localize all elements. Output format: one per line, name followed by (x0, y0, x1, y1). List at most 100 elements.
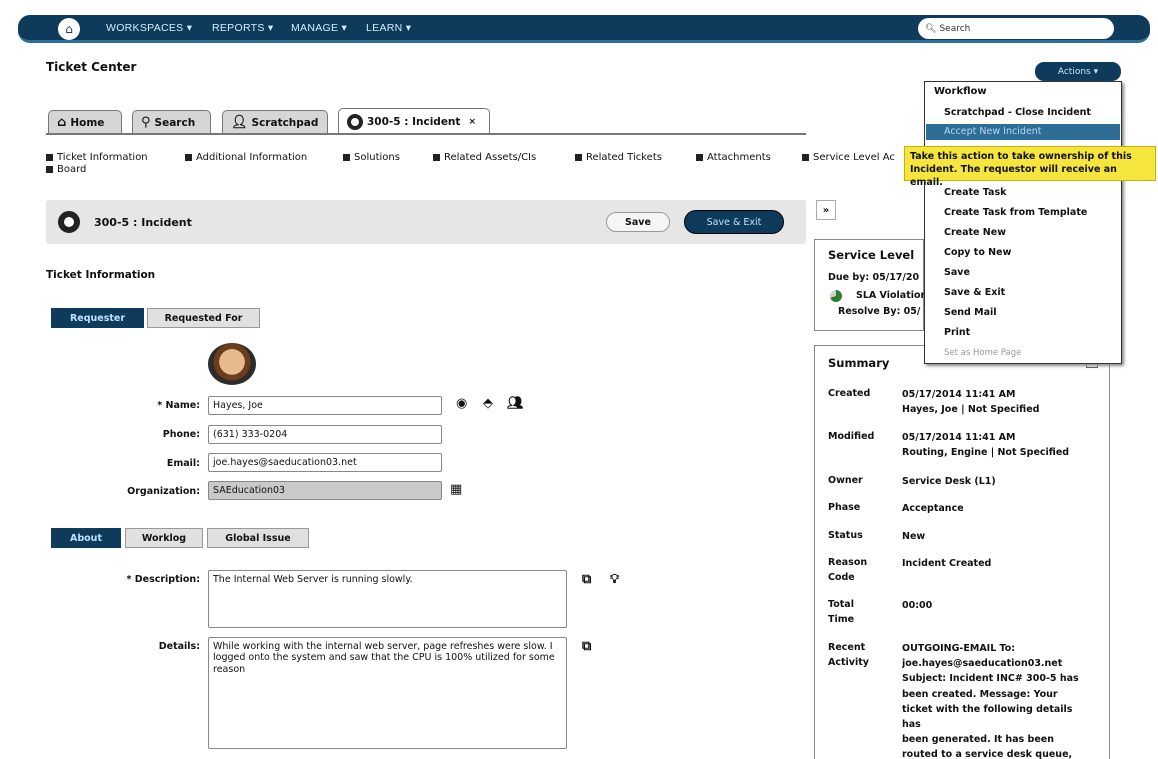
section-link-attachments[interactable]: Attachments (696, 152, 771, 163)
actions-button[interactable]: Actions ▾ (1035, 62, 1121, 81)
menu-item-print[interactable]: Print (944, 327, 970, 338)
menu-item-send-mail[interactable]: Send Mail (944, 307, 997, 318)
copy-icon[interactable]: ⧉ (582, 639, 591, 654)
incident-header-title: 300-5 : Incident (94, 216, 192, 229)
section-link-label: Service Level Ac (813, 152, 895, 163)
expand-icon (46, 166, 53, 173)
close-icon[interactable]: × (468, 117, 476, 127)
eye-icon[interactable]: ◉ (456, 396, 467, 411)
menu-item-scratchpad-close[interactable]: Scratchpad - Close Incident (944, 107, 1091, 118)
menu-item-set-home[interactable]: Set as Home Page (944, 348, 1021, 358)
tab-incident[interactable]: 300-5 : Incident × (338, 108, 490, 134)
summary-label: Modified (828, 431, 875, 442)
save-button[interactable]: Save (606, 212, 670, 232)
expand-icon (696, 154, 703, 161)
expand-icon (343, 154, 350, 161)
sla-clock-icon (830, 290, 842, 302)
lightbulb-icon[interactable]: 💡︎ (610, 572, 619, 587)
tab-worklog[interactable]: Worklog (125, 528, 203, 548)
summary-title: Summary (828, 356, 890, 370)
organization-label: Organization: (127, 486, 200, 497)
incident-icon (347, 113, 363, 130)
menu-item-create-new[interactable]: Create New (944, 227, 1006, 238)
section-link-service-level[interactable]: Service Level Ac (802, 152, 902, 163)
house-icon: ⌂ (57, 115, 67, 130)
tab-requester[interactable]: Requester (51, 308, 144, 328)
section-link-related-assets[interactable]: Related Assets/CIs (433, 152, 536, 163)
tab-search[interactable]: ⚲ Search (132, 110, 211, 134)
summary-value: New (902, 531, 926, 542)
section-link-label: Attachments (707, 152, 771, 163)
tab-incident-label: 300-5 : Incident (367, 115, 461, 128)
nav-workspaces[interactable]: WORKSPACES ▾ (106, 22, 192, 34)
summary-value: Acceptance (902, 503, 964, 514)
nav-learn[interactable]: LEARN ▾ (366, 22, 411, 34)
menu-item-accept-incident[interactable]: Accept New Incident (944, 126, 1041, 137)
description-label: * Description: (126, 574, 200, 585)
expand-icon (433, 154, 440, 161)
menu-heading: Workflow (934, 86, 987, 97)
summary-label: Created (828, 388, 871, 399)
summary-value: 05/17/2014 11:41 AM Routing, Engine | No… (902, 432, 1070, 459)
summary-value: 00:00 (902, 600, 933, 611)
summary-value: Service Desk (L1) (902, 476, 996, 487)
nav-reports[interactable]: REPORTS ▾ (212, 22, 273, 34)
collapse-panel-button[interactable]: » (816, 200, 836, 220)
section-link-related-tickets[interactable]: Related Tickets (575, 152, 662, 163)
menu-item-save[interactable]: Save (944, 267, 970, 278)
tab-about[interactable]: About (51, 528, 121, 548)
details-field[interactable]: While working with the internal web serv… (208, 637, 567, 749)
ticket-info-heading: Ticket Information (46, 269, 156, 281)
menu-item-create-task[interactable]: Create Task (944, 187, 1006, 198)
tab-requested-for[interactable]: Requested For (147, 308, 260, 328)
name-field[interactable]: Hayes, Joe (208, 396, 442, 415)
nav-manage[interactable]: MANAGE ▾ (291, 22, 347, 34)
tab-scratchpad[interactable]: 👤︎ Scratchpad (222, 110, 328, 134)
menu-item-copy-to-new[interactable]: Copy to New (944, 247, 1011, 258)
phone-field[interactable]: (631) 333-0204 (208, 425, 442, 444)
section-link-additional-info[interactable]: Additional Information (185, 152, 307, 163)
section-link-label: Related Assets/CIs (444, 152, 537, 163)
section-link-ticket-info[interactable]: Ticket Information (46, 152, 148, 163)
email-field[interactable]: joe.hayes@saeducation03.net (208, 453, 442, 472)
tab-scratchpad-label: Scratchpad (251, 116, 319, 129)
tab-home[interactable]: ⌂ Home (48, 110, 122, 134)
avatar (208, 343, 256, 385)
home-icon[interactable]: ⌂ (58, 18, 80, 40)
menu-item-create-task-template[interactable]: Create Task from Template (944, 207, 1087, 218)
due-by-text: Due by: 05/17/20 (828, 272, 920, 283)
email-label: Email: (166, 458, 200, 469)
details-label: Details: (158, 641, 200, 652)
menu-item-save-exit[interactable]: Save & Exit (944, 287, 1005, 298)
sla-violation-text: SLA Violation (856, 290, 928, 301)
section-link-solutions[interactable]: Solutions (343, 152, 400, 163)
section-link-label: Board (57, 164, 87, 175)
org-lookup-icon[interactable]: ▦ (450, 482, 462, 497)
tooltip: Take this action to take ownership of th… (904, 146, 1156, 188)
tab-divider (46, 133, 806, 135)
name-label: * Name: (157, 400, 200, 411)
tab-global-issue[interactable]: Global Issue (207, 528, 309, 548)
search-placeholder: Search (939, 23, 971, 34)
summary-label: Reason Code (828, 557, 868, 583)
user-lookup-icon[interactable]: 👥︎ (507, 396, 524, 411)
summary-value: 05/17/2014 11:41 AM Hayes, Joe | Not Spe… (902, 389, 1040, 416)
copy-icon[interactable]: ⧉ (582, 572, 591, 587)
tab-search-label: Search (154, 116, 196, 129)
search-input[interactable]: 🔍︎ Search (918, 18, 1114, 39)
expand-icon (575, 154, 582, 161)
summary-label: Phase (828, 502, 861, 513)
summary-label: Total Time (828, 599, 855, 625)
magnifier-icon: ⚲ (141, 115, 151, 130)
eraser-icon[interactable]: ⬘ (483, 396, 493, 411)
summary-label: Owner (828, 475, 863, 486)
section-link-board[interactable]: Board (46, 164, 86, 175)
actions-dropdown-menu: Workflow Scratchpad - Close Incident Acc… (924, 81, 1122, 364)
tab-home-label: Home (70, 116, 105, 129)
save-exit-button[interactable]: Save & Exit (684, 210, 784, 234)
top-nav-bar: ⌂ WORKSPACES ▾ REPORTS ▾ MANAGE ▾ LEARN … (18, 15, 1150, 43)
organization-field: SAEducation03 (208, 481, 442, 500)
description-field[interactable]: The Internal Web Server is running slowl… (208, 570, 567, 628)
summary-label: Status (828, 530, 863, 541)
section-link-label: Additional Information (196, 152, 308, 163)
